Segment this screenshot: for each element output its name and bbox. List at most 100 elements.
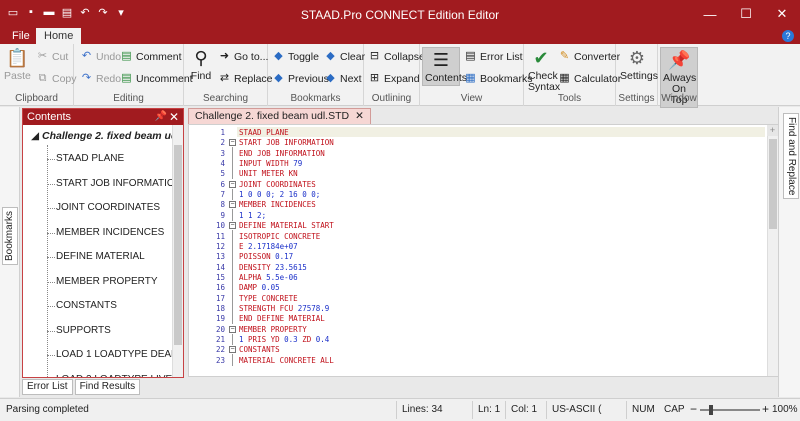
code-line[interactable]: 1 1 2; bbox=[239, 211, 266, 220]
code-line[interactable]: MEMBER INCIDENCES bbox=[239, 200, 316, 209]
code-line[interactable]: 1 0 0 0; 2 16 0 0; bbox=[239, 190, 320, 199]
copy-label: Copy bbox=[52, 72, 77, 85]
code-line[interactable]: STAAD PLANE bbox=[239, 128, 289, 137]
code-line[interactable]: TYPE CONCRETE bbox=[239, 294, 298, 303]
comment-button[interactable]: ▤ Comment bbox=[120, 50, 181, 63]
zoom-slider[interactable] bbox=[700, 405, 760, 415]
redo-label: Redo bbox=[96, 72, 122, 85]
minimize-button[interactable]: — bbox=[692, 0, 728, 28]
collapse-triangle-icon[interactable]: ◢ bbox=[31, 130, 39, 142]
copy-button[interactable]: ⧉ Copy bbox=[36, 72, 77, 85]
code-line[interactable]: JOINT COORDINATES bbox=[239, 180, 316, 189]
code-keyword: MATERIAL CONCRETE ALL bbox=[239, 355, 334, 365]
cut-button[interactable]: ✂ Cut bbox=[36, 50, 68, 63]
bookmarks-view-button[interactable]: ▦ Bookmarks bbox=[464, 72, 532, 85]
fold-toggle-icon[interactable]: − bbox=[229, 325, 236, 333]
contents-scrollbar[interactable] bbox=[172, 125, 183, 377]
find-replace-side-tab[interactable]: Find and Replace bbox=[783, 113, 799, 200]
code-line[interactable]: POISSON 0.17 bbox=[239, 252, 293, 261]
goto-button[interactable]: ➜ Go to... bbox=[218, 50, 269, 63]
code-editor[interactable]: 1 2−3 4 5 6−7 8−9 10−11 12 13 14 15 16 17 18 19 20−21 22… bbox=[188, 124, 779, 377]
contents-button[interactable]: ☰ Contents bbox=[422, 47, 467, 86]
bookmarks-side-tab[interactable]: Bookmarks bbox=[2, 206, 18, 265]
paste-button[interactable]: 📋 Paste bbox=[4, 47, 31, 82]
converter-button[interactable]: ✎ Converter bbox=[558, 50, 620, 63]
calculator-button[interactable]: ▦ Calculator bbox=[558, 72, 621, 85]
code-line[interactable]: MEMBER PROPERTY bbox=[239, 325, 307, 334]
tree-root[interactable]: ◢ Challenge 2. fixed beam udl.STD bbox=[31, 130, 173, 142]
tree-item[interactable]: START JOB INFORMATION bbox=[56, 178, 173, 189]
tree-item[interactable]: CONSTANTS bbox=[56, 300, 117, 311]
code-line[interactable]: E 2.17184e+07 bbox=[239, 242, 298, 251]
tree-item[interactable]: LOAD 1 LOADTYPE DEAD TITLE D bbox=[56, 349, 173, 360]
undo-button[interactable]: ↶ Undo bbox=[80, 50, 121, 63]
tab-error-list[interactable]: Error List bbox=[22, 379, 73, 395]
tree-item[interactable]: LOAD 2 LOADTYPE LIVE TITLE LL bbox=[56, 374, 173, 378]
close-button[interactable]: ✕ bbox=[764, 0, 800, 28]
code-line[interactable]: CONSTANTS bbox=[239, 345, 280, 354]
fold-guide-line bbox=[232, 209, 233, 221]
document-tab[interactable]: Challenge 2. fixed beam udl.STD ✕ bbox=[188, 108, 371, 124]
tab-file[interactable]: File bbox=[4, 28, 38, 44]
fold-toggle-icon[interactable]: − bbox=[229, 201, 236, 209]
find-button[interactable]: ⚲ Find bbox=[188, 47, 214, 82]
tab-home[interactable]: Home bbox=[36, 28, 82, 44]
replace-button[interactable]: ⇄ Replace bbox=[218, 72, 273, 85]
status-num: NUM bbox=[632, 404, 655, 415]
tree-item[interactable]: JOINT COORDINATES bbox=[56, 202, 160, 213]
code-line[interactable]: END JOB INFORMATION bbox=[239, 149, 325, 158]
tree-item[interactable]: MEMBER INCIDENCES bbox=[56, 227, 164, 238]
fold-toggle-icon[interactable]: − bbox=[229, 139, 236, 147]
error-list-button[interactable]: ▤ Error List bbox=[464, 50, 522, 63]
code-number: 1 bbox=[239, 335, 249, 344]
undo-arrow-icon: ↶ bbox=[81, 50, 92, 62]
previous-bookmark-button[interactable]: ◆ Previous bbox=[272, 72, 329, 85]
code-line[interactable]: MATERIAL CONCRETE ALL bbox=[239, 356, 334, 365]
code-line[interactable]: ISOTROPIC CONCRETE bbox=[239, 232, 320, 241]
close-panel-icon[interactable]: ✕ bbox=[169, 109, 179, 125]
toggle-bookmark-button[interactable]: ◆ Toggle bbox=[272, 50, 319, 63]
split-view-icon[interactable]: + bbox=[767, 125, 778, 136]
code-line[interactable]: 1 PRIS YD 0.3 ZD 0.4 bbox=[239, 335, 329, 344]
expand-button[interactable]: ⊞ Expand bbox=[368, 72, 420, 85]
status-ln: Ln: 1 bbox=[478, 404, 501, 415]
status-separator bbox=[396, 401, 397, 419]
close-document-icon[interactable]: ✕ bbox=[355, 110, 364, 122]
zoom-in-button[interactable]: + bbox=[762, 402, 769, 416]
code-line[interactable]: START JOB INFORMATION bbox=[239, 138, 334, 147]
zoom-slider-knob[interactable] bbox=[709, 405, 713, 415]
code-line[interactable]: UNIT METER KN bbox=[239, 169, 298, 178]
code-line[interactable]: STRENGTH FCU 27578.9 bbox=[239, 304, 329, 313]
tree-item[interactable]: SUPPORTS bbox=[56, 325, 111, 336]
help-icon[interactable]: ? bbox=[782, 30, 794, 42]
settings-button[interactable]: ⚙ Settings bbox=[620, 47, 658, 82]
collapse-button[interactable]: ⊟ Collapse bbox=[368, 50, 425, 63]
uncomment-button[interactable]: ▤ Uncomment bbox=[120, 72, 192, 85]
maximize-button[interactable]: ☐ bbox=[728, 0, 764, 28]
fold-toggle-icon[interactable]: − bbox=[229, 180, 236, 188]
zoom-out-button[interactable]: − bbox=[690, 402, 697, 416]
code-line[interactable]: ALPHA 5.5e-06 bbox=[239, 273, 298, 282]
clear-bookmarks-button[interactable]: ◆ Clear bbox=[324, 50, 365, 63]
next-label: Next bbox=[340, 72, 362, 85]
code-line[interactable]: DEFINE MATERIAL START bbox=[239, 221, 334, 230]
line-number-gutter: 1 2−3 4 5 6−7 8−9 10−11 12 13 14 15 16 17 18 19 20−21 22… bbox=[189, 125, 237, 376]
contents-scrollbar-thumb[interactable] bbox=[174, 145, 182, 345]
code-line[interactable]: DENSITY 23.5615 bbox=[239, 263, 307, 272]
editor-scrollbar-thumb[interactable] bbox=[769, 139, 777, 229]
pin-panel-icon[interactable]: 📌 bbox=[155, 109, 167, 125]
fold-toggle-icon[interactable]: − bbox=[229, 222, 236, 230]
code-line[interactable]: END DEFINE MATERIAL bbox=[239, 314, 325, 323]
next-bookmark-button[interactable]: ◆ Next bbox=[324, 72, 362, 85]
tree-item[interactable]: DEFINE MATERIAL bbox=[56, 251, 145, 262]
check-syntax-button[interactable]: ✔ Check Syntax bbox=[528, 47, 560, 93]
tab-find-results[interactable]: Find Results bbox=[74, 379, 141, 395]
tree-item[interactable]: MEMBER PROPERTY bbox=[56, 276, 158, 287]
code-keyword: JOINT COORDINATES bbox=[239, 179, 316, 189]
tree-item[interactable]: STAAD PLANE bbox=[56, 153, 124, 164]
code-line[interactable]: DAMP 0.05 bbox=[239, 283, 280, 292]
code-line[interactable]: INPUT WIDTH 79 bbox=[239, 159, 302, 168]
fold-toggle-icon[interactable]: − bbox=[229, 346, 236, 354]
redo-button[interactable]: ↷ Redo bbox=[80, 72, 121, 85]
editor-scrollbar[interactable]: + bbox=[767, 125, 778, 376]
